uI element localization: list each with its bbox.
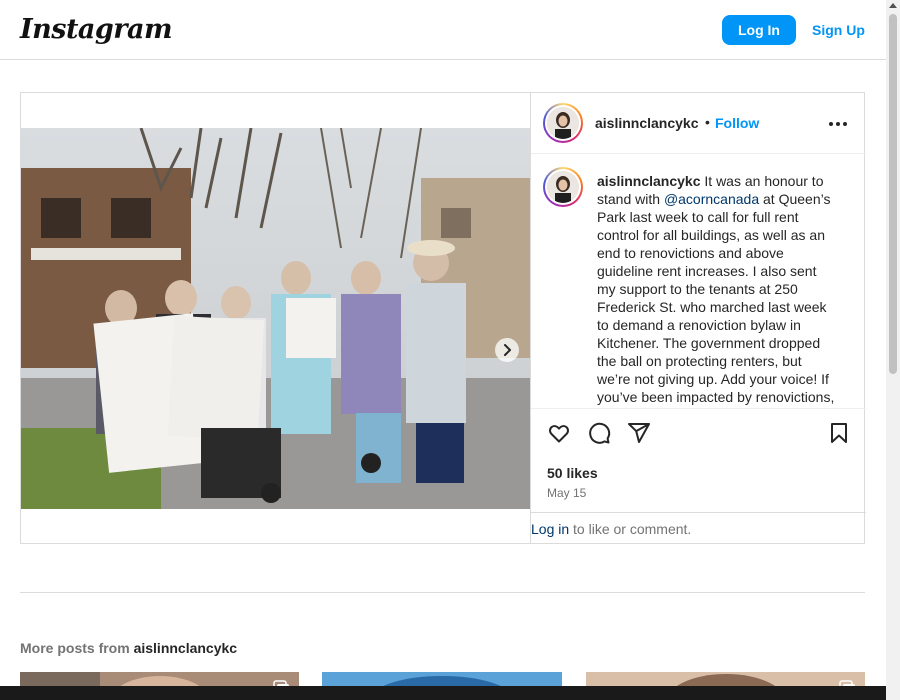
comment-icon[interactable]	[587, 421, 611, 445]
post-header: aislinnclancykc • Follow	[531, 93, 866, 154]
post-author-username[interactable]: aislinnclancykc	[595, 115, 699, 131]
more-posts-prefix: More posts from	[20, 640, 134, 656]
page-scrollbar[interactable]	[886, 0, 900, 700]
caption-area: aislinnclancykc It was an honour to stan…	[531, 155, 866, 408]
more-posts-username[interactable]: aislinnclancykc	[134, 640, 238, 656]
follow-button[interactable]: Follow	[715, 115, 759, 131]
login-link[interactable]: Log in	[531, 521, 569, 537]
post-media-carousel[interactable]	[21, 128, 530, 509]
next-slide-button[interactable]	[495, 338, 519, 362]
more-posts-heading: More posts from aislinnclancykc	[20, 640, 237, 656]
post-caption: aislinnclancykc It was an honour to stan…	[597, 172, 837, 408]
heart-icon[interactable]	[547, 421, 571, 445]
instagram-logo[interactable]: Instagram	[20, 14, 173, 45]
caption-text: at Queen’s Park last week to call for fu…	[597, 191, 835, 408]
top-navigation-bar: Instagram Log In Sign Up	[0, 0, 886, 60]
post-date[interactable]: May 15	[547, 486, 586, 500]
post-actions: 50 likes May 15	[531, 408, 866, 512]
post-photo	[21, 128, 530, 509]
login-button[interactable]: Log In	[722, 15, 796, 45]
avatar[interactable]	[543, 103, 583, 143]
separator-dot: •	[705, 114, 710, 130]
caption-avatar[interactable]	[543, 167, 583, 207]
profile-photo	[547, 171, 579, 203]
likes-count[interactable]: 50 likes	[547, 465, 598, 481]
bookmark-icon[interactable]	[827, 421, 851, 445]
chevron-right-icon	[504, 344, 511, 356]
post-card: aislinnclancykc • Follow aislinnclancykc…	[20, 92, 866, 544]
comment-prompt-text: to like or comment.	[569, 521, 692, 537]
signup-button[interactable]: Sign Up	[812, 15, 865, 45]
more-options-icon[interactable]	[828, 121, 848, 127]
scrollbar-thumb[interactable]	[889, 14, 897, 374]
scroll-up-arrow-icon[interactable]	[889, 3, 897, 8]
caption-mention-link[interactable]: @acorncanada	[664, 191, 759, 207]
post-sidebar: aislinnclancykc • Follow aislinnclancykc…	[530, 93, 866, 543]
caption-username[interactable]: aislinnclancykc	[597, 173, 701, 189]
instagram-post-page: Instagram Log In Sign Up aislinnclancykc…	[0, 0, 900, 700]
profile-photo	[547, 107, 579, 139]
comment-login-prompt: Log in to like or comment.	[531, 512, 866, 543]
share-icon[interactable]	[627, 421, 651, 445]
bottom-banner	[0, 686, 886, 700]
section-divider	[20, 592, 865, 593]
